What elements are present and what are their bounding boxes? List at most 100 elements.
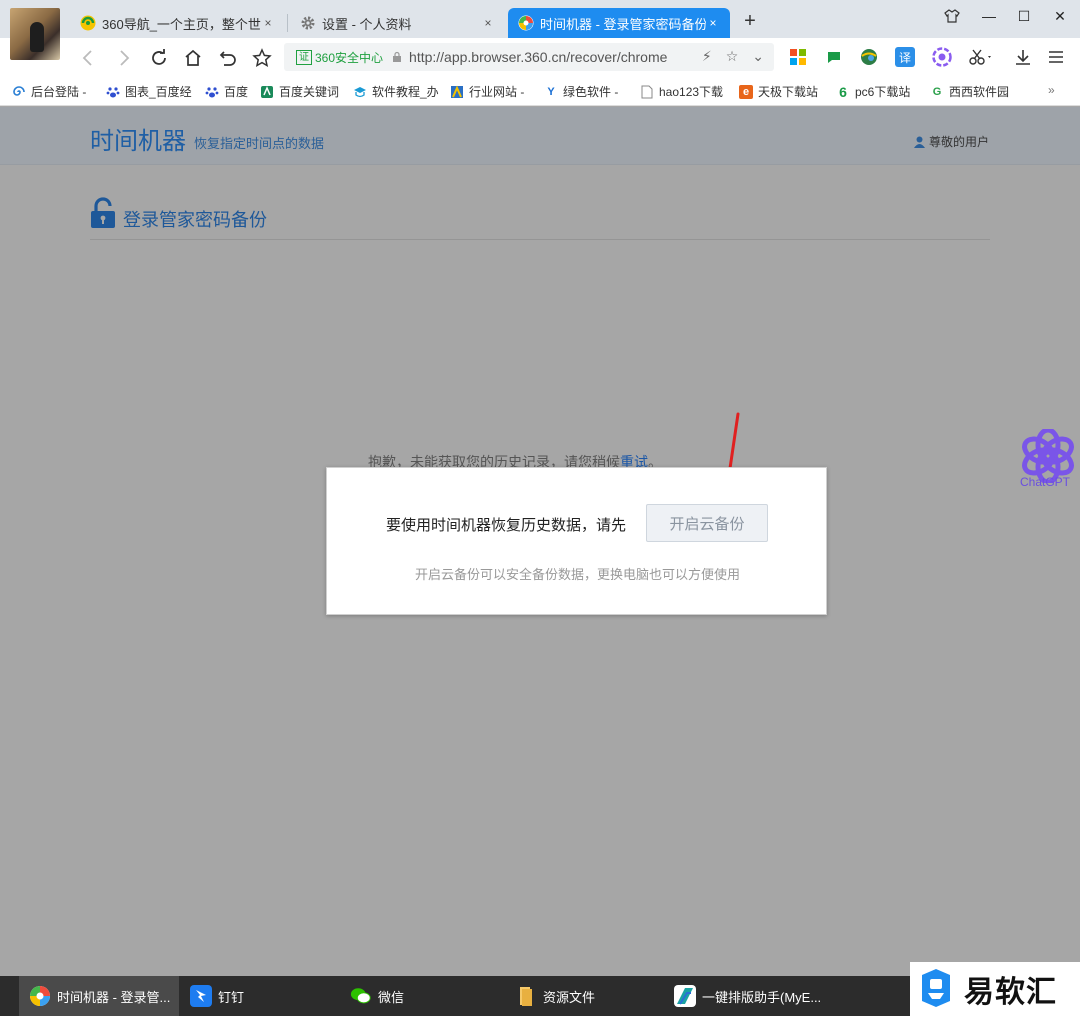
brand-name: 易软汇 [964,976,1057,1009]
taskbar-item-wechat[interactable]: 微信 [340,976,500,1016]
myeditor-icon [674,985,696,1007]
pc6-icon: 6 [839,83,847,100]
globe-extension-icon[interactable] [859,47,879,67]
back-icon[interactable] [76,46,100,70]
address-bar[interactable]: 证 360安全中心 http://app.browser.360.cn/reco… [284,43,774,71]
taskbar-item-folder[interactable]: 资源文件 [505,976,665,1016]
app-title: 时间机器 [90,128,186,155]
reload-icon[interactable] [147,46,171,70]
user-avatar[interactable] [10,8,60,60]
scissors-icon[interactable] [966,47,996,67]
lightning-icon[interactable]: ⚡ [702,48,712,65]
green-flag-icon[interactable] [824,47,844,67]
bookmark-item[interactable]: hao123下载 [640,83,726,100]
taskbar-item-browser[interactable]: 时间机器 - 登录管... [19,976,179,1016]
taskbar-label: 一键排版助手(MyE... [702,989,822,1005]
translate-icon[interactable]: 译 [895,47,915,67]
chatgpt-floating-button[interactable]: ChatGPT [1017,427,1077,493]
tab-label: 设置 - 个人资料 [322,16,412,32]
certificate-icon: 证 [296,49,312,65]
green-software-icon: Y [547,85,555,98]
wechat-icon [350,985,372,1007]
bookmark-item[interactable]: 百度关键词 [260,83,342,100]
undo-close-icon[interactable] [216,46,240,70]
download-icon[interactable] [1013,47,1033,67]
watermark-logo: 易软汇 [910,962,1080,1016]
skin-icon[interactable] [940,8,964,30]
forward-icon[interactable] [112,46,136,70]
security-badge[interactable]: 证 360安全中心 [296,49,383,66]
taskbar-label: 时间机器 - 登录管... [57,989,171,1005]
tianji-icon: e [739,84,753,99]
menu-icon[interactable] [1046,47,1066,67]
graduation-cap-icon [353,85,367,99]
user-label: 尊敬的用户 [929,135,990,149]
page-icon [640,85,654,99]
tab-close-icon[interactable]: × [706,16,720,30]
cloud-backup-dialog: 要使用时间机器恢复历史数据，请先 开启云备份 开启云备份可以安全备份数据，更换电… [326,467,827,615]
address-toolbar: 证 360安全中心 http://app.browser.360.cn/reco… [0,38,1080,76]
tab-settings[interactable]: 设置 - 个人资料 × [290,8,505,38]
spiral-icon [12,85,26,99]
bookmark-star-icon[interactable]: ☆ [726,48,739,65]
360-nav-icon [80,15,96,31]
security-label: 360安全中心 [315,50,384,65]
openai-extension-icon[interactable] [932,47,952,67]
tab-label: 360导航_一个主页，整个世界 [102,16,261,32]
tab-strip: 360导航_一个主页，整个世界 × 设置 - 个人资料 × 时间机器 - 登录管… [0,0,1080,38]
chevron-down-icon[interactable]: ⌄ [752,48,764,65]
section-title: 登录管家密码备份 [123,210,267,230]
bookmark-item[interactable]: G 西西软件园 [930,83,1016,100]
dialog-prompt: 要使用时间机器恢复历史数据，请先 [386,517,627,534]
taskbar-item-dingtalk[interactable]: 钉钉 [180,976,340,1016]
minimize-button[interactable]: — [977,8,1001,30]
section-header: 登录管家密码备份 [90,197,990,240]
home-icon[interactable] [181,46,205,70]
time-machine-icon [518,15,534,31]
taskbar-label: 资源文件 [543,989,596,1005]
bookmark-item[interactable]: 百度 [205,83,255,100]
favorite-star-icon[interactable] [250,46,274,70]
baidu-paw-icon [106,85,120,99]
cnxi-icon: G [932,85,942,98]
app-subtitle: 恢复指定时间点的数据 [194,136,325,151]
brand-logo-icon [916,967,956,1012]
bookmark-item[interactable]: 图表_百度经 [106,83,192,100]
lock-icon [90,197,116,232]
bookmark-item[interactable]: e 天极下载站 [739,83,823,100]
gear-icon [300,15,316,31]
dialog-hint: 开启云备份可以安全备份数据，更换电脑也可以方便使用 [414,567,740,582]
tab-label: 时间机器 - 登录管家密码备份 [540,16,706,32]
bookmark-item[interactable]: 行业网站 - [450,83,526,100]
enable-cloud-backup-button[interactable]: 开启云备份 [646,504,768,542]
keyword-icon [260,85,274,99]
user-icon [914,136,925,148]
tab-360-nav[interactable]: 360导航_一个主页，整个世界 × [70,8,285,38]
tab-close-icon[interactable]: × [481,16,495,30]
bookmark-item[interactable]: Y 绿色软件 - [544,83,624,100]
maximize-button[interactable]: ☐ [1012,8,1036,30]
folder-icon [515,985,537,1007]
industry-site-icon [450,85,464,99]
browser-icon [29,985,51,1007]
user-menu[interactable]: 尊敬的用户 [914,133,989,150]
dingtalk-icon [190,985,212,1007]
page-header: 时间机器 恢复指定时间点的数据 尊敬的用户 [0,107,1080,165]
bookmark-item[interactable]: 后台登陆 - [12,83,94,100]
taskbar-item-myeditor[interactable]: 一键排版助手(MyE... [664,976,834,1016]
new-tab-button[interactable]: + [740,10,760,33]
tab-separator [287,14,288,32]
bookmarks-overflow-button[interactable]: » [1048,83,1064,97]
lock-small-icon [391,51,403,63]
tab-time-machine[interactable]: 时间机器 - 登录管家密码备份 × [508,8,730,38]
apps-grid-icon[interactable] [788,47,808,67]
chatgpt-label: ChatGPT [1020,475,1071,489]
close-window-button[interactable]: ✕ [1048,8,1072,30]
url-text[interactable]: http://app.browser.360.cn/recover/chrome [409,49,685,65]
bookmarks-bar: 后台登陆 - 图表_百度经 百度 百度关键词 软件教程_办 行业网站 - Y 绿… [0,76,1080,106]
tab-close-icon[interactable]: × [261,16,275,30]
bookmark-item[interactable]: 软件教程_办 [353,83,439,100]
bookmark-item[interactable]: 6 pc6下载站 [836,83,916,100]
taskbar-label: 钉钉 [218,989,245,1005]
baidu-paw-icon [205,85,219,99]
